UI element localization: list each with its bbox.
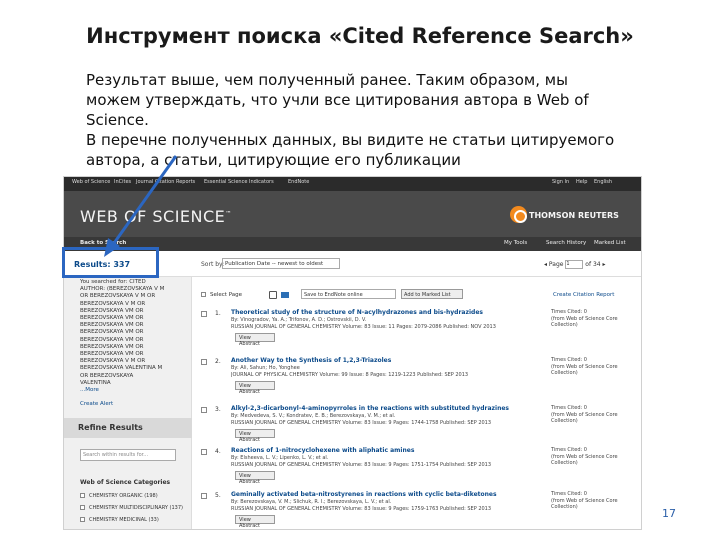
pointer-arrow-icon [104, 155, 178, 257]
page-number: 17 [662, 507, 676, 520]
